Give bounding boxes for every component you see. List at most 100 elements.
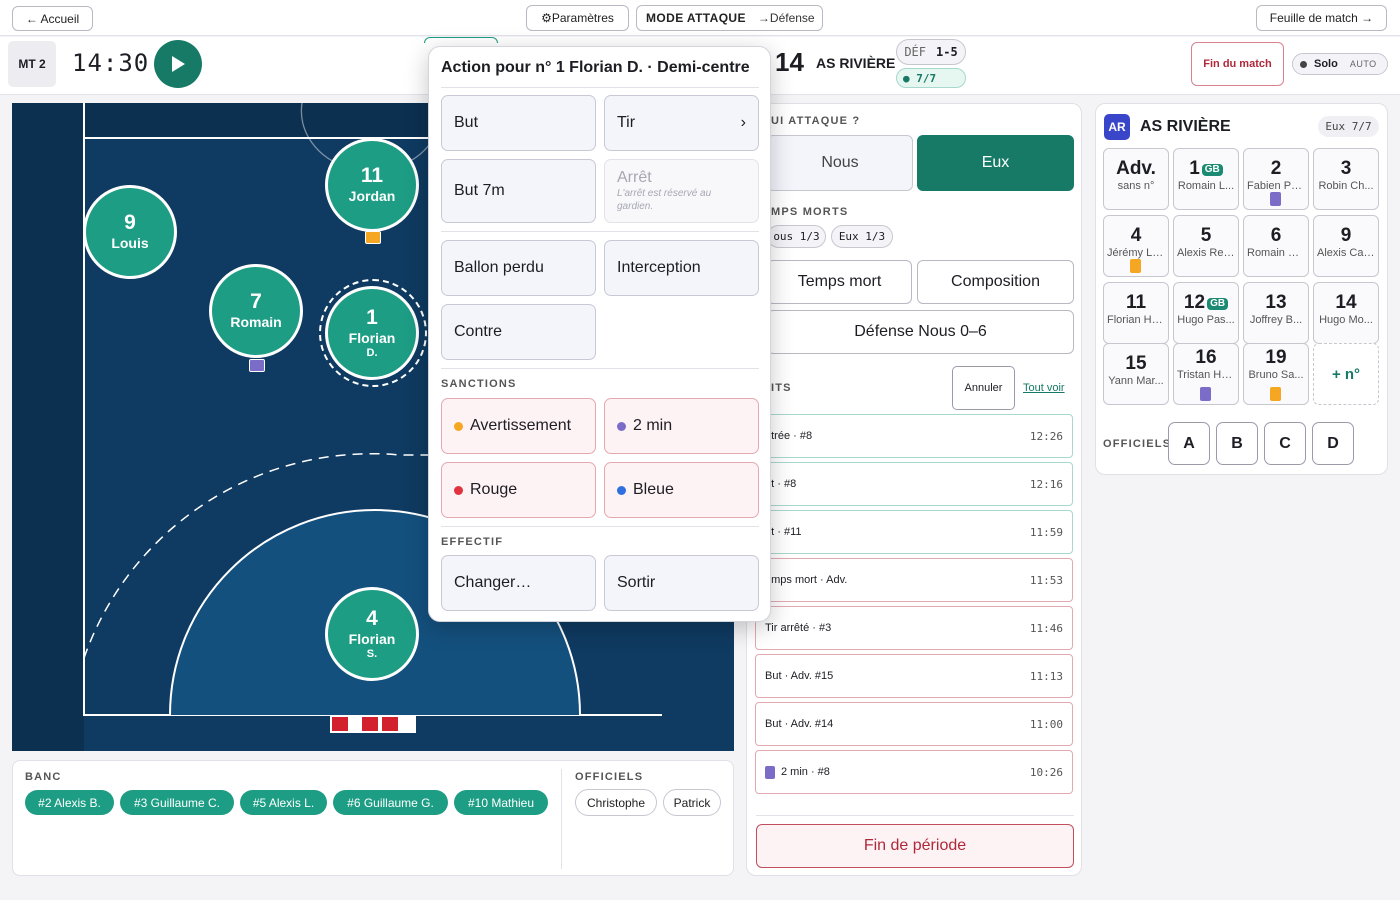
- roster-player[interactable]: 5 Alexis Rey...: [1173, 215, 1239, 277]
- sanction-blue-button[interactable]: Bleue: [604, 462, 759, 518]
- mode-toggle[interactable]: MODE ATTAQUE →Défense: [636, 5, 823, 31]
- attack-eux-button[interactable]: Eux: [917, 135, 1074, 191]
- event-time: 11:59: [1029, 525, 1063, 539]
- bench-divider: [561, 769, 562, 869]
- roster-player[interactable]: 14 Hugo Mo...: [1313, 282, 1379, 344]
- event-text: ntrée · #8: [765, 430, 813, 442]
- official-chip[interactable]: Patrick: [663, 789, 721, 816]
- bench-player[interactable]: #5 Alexis L.: [240, 790, 327, 815]
- team-logo-badge: AR: [1104, 114, 1130, 140]
- end-match-button[interactable]: Fin du match: [1191, 42, 1284, 86]
- undo-button[interactable]: Annuler: [952, 366, 1015, 410]
- field-player-selected[interactable]: 1 Florian D.: [325, 286, 419, 380]
- bench-player[interactable]: #3 Guillaume C.: [120, 790, 234, 815]
- score-away: 14: [775, 47, 804, 77]
- slot-number: 11: [1125, 292, 1147, 313]
- player-count: ● 7/7: [896, 68, 966, 88]
- official-c-button[interactable]: C: [1264, 422, 1306, 465]
- save-note: L'arrêt est réservé au gardien.: [617, 188, 712, 212]
- solo-toggle[interactable]: Solo AUTO: [1292, 53, 1388, 75]
- bench-player[interactable]: #10 Mathieu: [454, 790, 548, 815]
- event-time: 10:26: [1029, 765, 1063, 779]
- event-row[interactable]: But · Adv. #14 11:00: [755, 702, 1073, 746]
- bench-player[interactable]: #2 Alexis B.: [25, 790, 114, 815]
- suspension-card-icon: [765, 765, 775, 779]
- def-label: DÉF: [904, 45, 926, 59]
- slot-number: 15: [1125, 353, 1147, 374]
- defense-button[interactable]: Défense Nous 0–6: [767, 310, 1074, 354]
- action-block-button[interactable]: Contre: [441, 304, 596, 360]
- timeouts-title: MPS MORTS: [771, 206, 849, 218]
- action-lost-ball-button[interactable]: Ballon perdu: [441, 240, 596, 296]
- roster-player[interactable]: 4 Jérémy La...: [1103, 215, 1169, 277]
- slot-number: 6: [1270, 225, 1282, 246]
- slot-number: 3: [1340, 158, 1352, 179]
- event-row[interactable]: Tir arrêté · #3 11:46: [755, 606, 1073, 650]
- player-name: Louis: [111, 235, 149, 251]
- timeouts-eux: Eux 1/3: [831, 225, 893, 248]
- home-button[interactable]: ← Accueil: [12, 6, 93, 31]
- roster-player[interactable]: 2 Fabien Pa...: [1243, 148, 1309, 210]
- roster-player[interactable]: 16 Tristan He...: [1173, 343, 1239, 405]
- timeouts-nous: ous 1/3: [767, 225, 826, 248]
- roster-player[interactable]: 19 Bruno Sa...: [1243, 343, 1309, 405]
- field-player[interactable]: 4 Florian S.: [325, 587, 419, 681]
- composition-button[interactable]: Composition: [917, 260, 1074, 304]
- roster-player[interactable]: 13 Joffrey B...: [1243, 282, 1309, 344]
- sanction-2min-button[interactable]: 2 min: [604, 398, 759, 454]
- roster-player[interactable]: 11 Florian He...: [1103, 282, 1169, 344]
- attack-nous-button[interactable]: Nous: [767, 135, 913, 191]
- timeout-button[interactable]: Temps mort: [767, 260, 912, 304]
- play-button[interactable]: [154, 40, 202, 88]
- roster-player[interactable]: 15 Yann Mar...: [1103, 343, 1169, 405]
- roster-player[interactable]: 6 Romain G...: [1243, 215, 1309, 277]
- player-name-initial: D.: [366, 347, 378, 359]
- popover-divider: [441, 231, 759, 232]
- official-b-button[interactable]: B: [1216, 422, 1258, 465]
- defense-badge: DÉF 1-5: [896, 39, 966, 65]
- roster-player[interactable]: 3 Robin Ch...: [1313, 148, 1379, 210]
- event-row[interactable]: But · Adv. #15 11:13: [755, 654, 1073, 698]
- player-number: 4: [366, 607, 378, 630]
- event-row[interactable]: emps mort · Adv. 11:53: [755, 558, 1073, 602]
- field-player[interactable]: 11 Jordan: [325, 138, 419, 232]
- settings-button[interactable]: ⚙Paramètres: [526, 5, 629, 31]
- match-sheet-button[interactable]: Feuille de match →: [1256, 5, 1387, 31]
- event-row[interactable]: ut · #11 11:59: [755, 510, 1073, 554]
- goalkeeper-badge: GB: [1201, 164, 1223, 176]
- mode-label: MODE ATTAQUE: [646, 11, 746, 25]
- official-a-button[interactable]: A: [1168, 422, 1210, 465]
- event-time: 11:46: [1029, 621, 1063, 635]
- roster-player[interactable]: 1 GB Romain L...: [1173, 148, 1239, 210]
- official-chip[interactable]: Christophe: [575, 789, 657, 816]
- add-player-button[interactable]: + n°: [1313, 343, 1379, 405]
- action-goal-button[interactable]: But: [441, 95, 596, 151]
- slot-number: 12: [1183, 292, 1206, 313]
- exit-player-button[interactable]: Sortir: [604, 555, 759, 611]
- sanction-red-button[interactable]: Rouge: [441, 462, 596, 518]
- adversary-slot[interactable]: Adv. sans n°: [1103, 148, 1169, 210]
- see-all-link[interactable]: Tout voir: [1023, 382, 1065, 394]
- field-player[interactable]: 9 Louis: [83, 185, 177, 279]
- end-period-button[interactable]: Fin de période: [756, 824, 1074, 868]
- event-row[interactable]: 2 min · #8 10:26: [755, 750, 1073, 794]
- slot-name: Tristan He...: [1177, 369, 1237, 381]
- slot-number: Adv.: [1116, 158, 1156, 179]
- action-interception-button[interactable]: Interception: [604, 240, 759, 296]
- action-shot-button[interactable]: Tir ›: [604, 95, 759, 151]
- bench-player[interactable]: #6 Guillaume G.: [333, 790, 448, 815]
- player-action-popover: Action pour n° 1 Florian D. · Demi-centr…: [428, 46, 771, 622]
- action-7m-goal-button[interactable]: But 7m: [441, 159, 596, 223]
- official-d-button[interactable]: D: [1312, 422, 1354, 465]
- field-player[interactable]: 7 Romain: [209, 264, 303, 358]
- event-row[interactable]: ntrée · #8 12:26: [755, 414, 1073, 458]
- event-row[interactable]: ut · #8 12:16: [755, 462, 1073, 506]
- change-player-button[interactable]: Changer…: [441, 555, 596, 611]
- yellow-card-icon: [365, 231, 381, 244]
- roster-player[interactable]: 12 GB Hugo Pas...: [1173, 282, 1239, 344]
- sanction-warning-button[interactable]: Avertissement: [441, 398, 596, 454]
- player-name: Florian: [348, 330, 396, 346]
- auto-label: AUTO: [1349, 59, 1377, 69]
- roster-player[interactable]: 9 Alexis Car...: [1313, 215, 1379, 277]
- player-name: Jordan: [348, 188, 396, 204]
